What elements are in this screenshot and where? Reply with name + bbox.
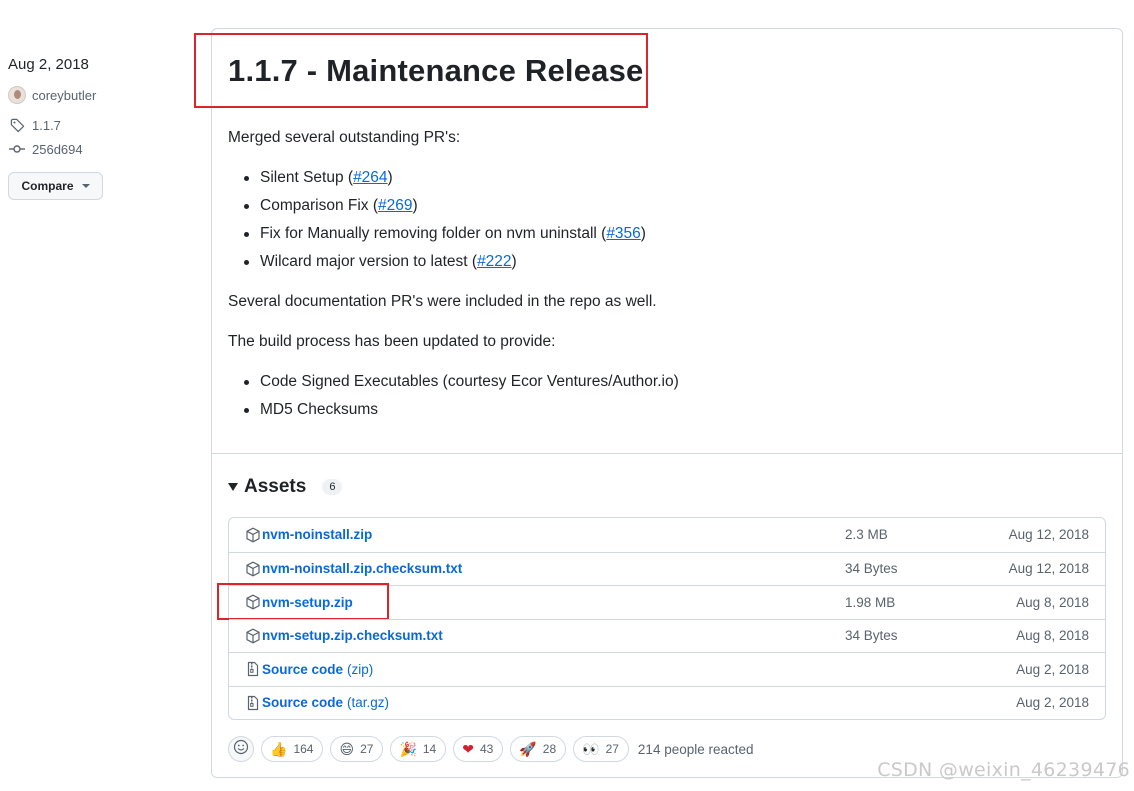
release-meta: Aug 2, 2018 coreybutler 1.1.7 256d694 Co… xyxy=(8,54,188,200)
list-item: Silent Setup (#264) xyxy=(228,167,1088,189)
asset-row: Source code (zip) Aug 2, 2018 xyxy=(229,652,1105,686)
asset-size: 2.3 MB xyxy=(845,527,888,543)
asset-link[interactable]: nvm-setup.zip.checksum.txt xyxy=(245,628,447,644)
rocket-icon: 🚀 xyxy=(519,741,537,757)
asset-row: nvm-noinstall.zip 2.3 MB Aug 12, 2018 xyxy=(229,518,1105,552)
asset-link[interactable]: Source code (zip) xyxy=(245,661,373,677)
tag-link[interactable]: 1.1.7 xyxy=(8,114,188,136)
compare-label: Compare xyxy=(21,179,74,193)
pr-link[interactable]: #269 xyxy=(378,195,412,217)
hooray-icon: 🎉 xyxy=(399,741,417,757)
laugh-icon: 😄 xyxy=(339,741,355,757)
add-reaction-button[interactable] xyxy=(228,736,254,762)
asset-link[interactable]: nvm-noinstall.zip xyxy=(245,527,376,543)
title-highlight-box xyxy=(194,33,648,108)
assets-title: Assets xyxy=(244,476,307,497)
package-icon xyxy=(245,561,261,577)
reaction-hooray[interactable]: 🎉 14 xyxy=(390,736,447,762)
asset-size: 1.98 MB xyxy=(845,594,896,610)
commit-icon xyxy=(8,140,26,158)
build-list: Code Signed Executables (courtesy Ecor V… xyxy=(228,371,1088,421)
assets-list: nvm-noinstall.zip 2.3 MB Aug 12, 2018 nv… xyxy=(217,517,1106,720)
asset-link[interactable]: nvm-noinstall.zip.checksum.txt xyxy=(245,561,466,577)
reaction-thumbs-up[interactable]: 👍 164 xyxy=(261,736,324,762)
pr-link[interactable]: #222 xyxy=(477,251,511,273)
pr-list: Silent Setup (#264) Comparison Fix (#269… xyxy=(228,167,1088,273)
asset-size: 34 Bytes xyxy=(845,561,898,577)
author-link[interactable]: coreybutler xyxy=(8,84,188,106)
eyes-icon: 👀 xyxy=(582,741,600,757)
asset-link[interactable]: Source code (tar.gz) xyxy=(245,695,389,711)
asset-link[interactable]: nvm-setup.zip xyxy=(245,594,357,610)
reactions-bar: 👍 164 😄 27 🎉 14 ❤ 43 🚀 28 👀 27 214 people reac… xyxy=(228,736,754,762)
docs-note: Several documentation PR's were included… xyxy=(228,293,657,310)
list-item: MD5 Checksums xyxy=(228,399,1088,421)
asset-row: Source code (tar.gz) Aug 2, 2018 xyxy=(229,685,1105,720)
build-note: The build process has been updated to pr… xyxy=(228,333,556,350)
watermark: CSDN @weixin_46239476 xyxy=(877,759,1130,781)
triangle-down-icon xyxy=(228,483,238,491)
package-icon xyxy=(245,628,261,644)
package-icon xyxy=(245,594,261,610)
asset-row: nvm-setup.zip.checksum.txt 34 Bytes Aug … xyxy=(229,618,1105,653)
asset-date: Aug 12, 2018 xyxy=(1008,561,1089,577)
assets-count-badge: 6 xyxy=(322,479,343,495)
asset-date: Aug 2, 2018 xyxy=(1016,661,1089,677)
reaction-rocket[interactable]: 🚀 28 xyxy=(510,736,567,762)
reaction-heart[interactable]: ❤ 43 xyxy=(453,736,504,762)
release-notes: Merged several outstanding PR's: Silent … xyxy=(228,127,1088,439)
list-item: Code Signed Executables (courtesy Ecor V… xyxy=(228,371,1088,393)
pr-link[interactable]: #264 xyxy=(353,167,387,189)
smiley-icon xyxy=(233,739,249,760)
reactions-summary[interactable]: 214 people reacted xyxy=(638,742,754,757)
asset-date: Aug 8, 2018 xyxy=(1016,628,1089,644)
reaction-laugh[interactable]: 😄 27 xyxy=(330,736,384,762)
thumbs-up-icon: 👍 xyxy=(270,741,288,757)
compare-button[interactable]: Compare xyxy=(8,172,103,200)
asset-date: Aug 8, 2018 xyxy=(1016,594,1089,610)
divider xyxy=(212,453,1122,454)
list-item: Comparison Fix (#269) xyxy=(228,195,1088,217)
heart-icon: ❤ xyxy=(462,741,474,757)
file-zip-icon xyxy=(245,661,261,677)
list-item: Fix for Manually removing folder on nvm … xyxy=(228,223,1088,245)
asset-size: 34 Bytes xyxy=(845,628,898,644)
asset-row: nvm-setup.zip 1.98 MB Aug 8, 2018 xyxy=(217,583,1105,620)
asset-row: nvm-noinstall.zip.checksum.txt 34 Bytes … xyxy=(229,551,1105,586)
tag-icon xyxy=(8,116,26,134)
avatar xyxy=(8,86,26,104)
release-date: Aug 2, 2018 xyxy=(8,56,89,73)
package-icon xyxy=(245,527,261,543)
reaction-eyes[interactable]: 👀 27 xyxy=(573,736,629,762)
commit-sha: 256d694 xyxy=(32,141,83,157)
list-item: Wilcard major version to latest (#222) xyxy=(228,251,1088,273)
assets-toggle[interactable]: Assets 6 xyxy=(228,476,343,498)
file-zip-icon xyxy=(245,695,261,711)
tag-name: 1.1.7 xyxy=(32,117,61,133)
asset-date: Aug 12, 2018 xyxy=(1008,527,1089,543)
author-name: coreybutler xyxy=(32,87,97,103)
asset-date: Aug 2, 2018 xyxy=(1016,695,1089,711)
intro-text: Merged several outstanding PR's: xyxy=(228,129,461,146)
pr-link[interactable]: #356 xyxy=(606,223,640,245)
release-card: 1.1.7 - Maintenance Release Merged sever… xyxy=(194,28,1123,778)
commit-link[interactable]: 256d694 xyxy=(8,138,188,160)
caret-down-icon xyxy=(81,184,90,188)
